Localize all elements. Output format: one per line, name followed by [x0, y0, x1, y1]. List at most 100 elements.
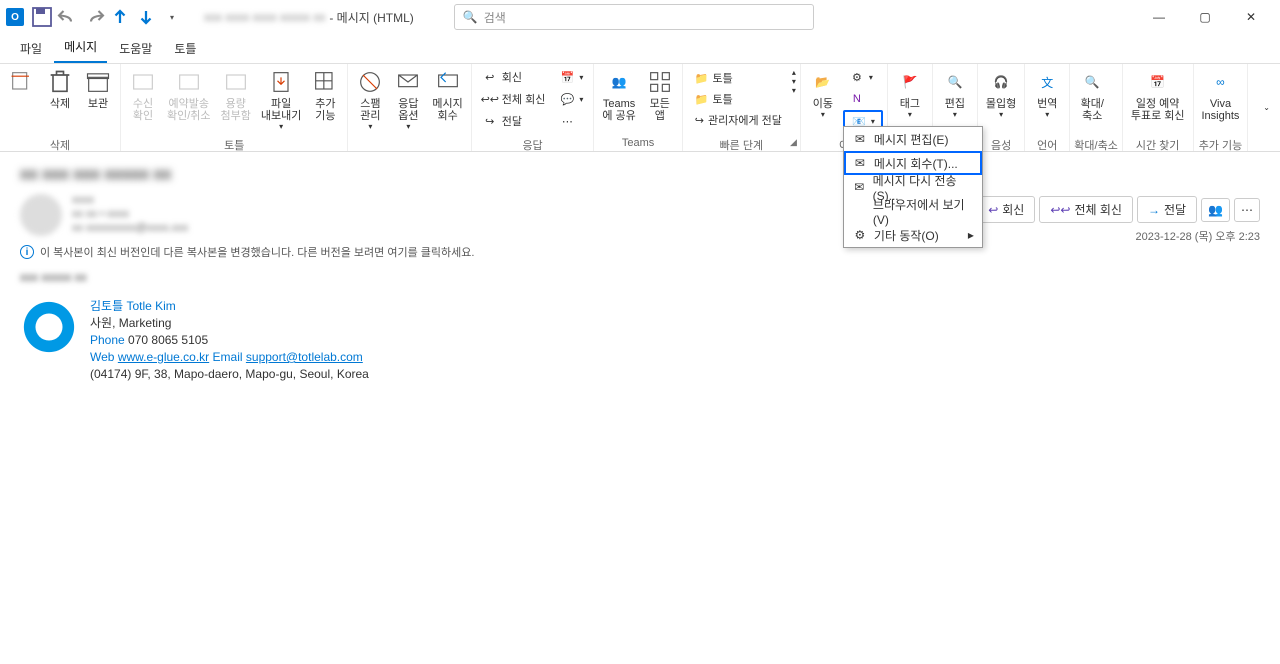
- sender-avatar: [20, 194, 62, 236]
- reply-all-button[interactable]: ↩↩전체 회신: [476, 88, 552, 110]
- ribbon-group-voice: 🎧몰입형▾ 음성: [978, 64, 1025, 151]
- ribbon-group-options: 스팸 관리▾ 응답 옵션▾ 메시지 회수: [348, 64, 471, 151]
- action-more-button[interactable]: ⋯: [1234, 198, 1260, 222]
- ribbon-group-quicksteps: 📁토틀 📁토틀 ↪관리자에게 전달 ▴ ▾ ▾ 빠른 단계 ◢: [683, 64, 801, 151]
- group-label-voice: 음성: [982, 137, 1020, 151]
- sender-name: xxxx: [72, 194, 188, 206]
- group-label-zoom: 확대/축소: [1074, 137, 1118, 151]
- menu-view-browser[interactable]: 브라우저에서 보기(V): [844, 199, 982, 223]
- signature-web-link[interactable]: www.e-glue.co.kr: [118, 350, 209, 364]
- zoom-button[interactable]: 🔍확대/ 축소: [1074, 66, 1110, 124]
- tab-totle[interactable]: 토틀: [164, 34, 206, 63]
- group-label-delete: 삭제: [4, 137, 116, 151]
- tab-file[interactable]: 파일: [10, 34, 52, 63]
- signature-web-label: Web: [90, 350, 114, 364]
- info-text: 이 복사본이 최신 버전인데 다른 복사본을 변경했습니다. 다른 버전을 보려…: [40, 244, 474, 260]
- quickstep-up-icon[interactable]: ▴: [792, 68, 796, 77]
- signature-name: 김토틀 Totle Kim: [90, 298, 369, 315]
- export-button[interactable]: 파일 내보내기▾: [257, 66, 305, 133]
- minimize-button[interactable]: ―: [1136, 0, 1182, 34]
- reply-button[interactable]: ↩회신: [476, 66, 552, 88]
- attach-button: 용량 첨부함: [217, 66, 255, 124]
- quickstep-1[interactable]: 📁토틀: [689, 68, 788, 88]
- undo-icon[interactable]: [56, 5, 80, 29]
- action-teams-button[interactable]: 👥: [1201, 198, 1230, 222]
- action-replyall-button[interactable]: ↩↩전체 회신: [1039, 196, 1133, 223]
- translate-button[interactable]: 文번역▾: [1029, 66, 1065, 121]
- ribbon-group-addins: ∞Viva Insights 추가 기능: [1194, 64, 1249, 151]
- group-label-language: 언어: [1029, 137, 1065, 151]
- ribbon-group-teams: 👥Teams 에 공유 모든 앱 Teams: [594, 64, 682, 151]
- sender-email: xx xxxxxxxxx@xxxx.xxx: [72, 222, 188, 234]
- quickstep-3[interactable]: ↪관리자에게 전달: [689, 110, 788, 130]
- edit-button[interactable]: 🔍편집▾: [937, 66, 973, 121]
- group-label-timefind: 시간 찾기: [1127, 137, 1189, 151]
- quickstep-2[interactable]: 📁토틀: [689, 89, 788, 109]
- group-label-totle: 토틀: [125, 137, 343, 151]
- move-button[interactable]: 📂이동▾: [805, 66, 841, 121]
- redo-icon[interactable]: [82, 5, 106, 29]
- action-forward-button[interactable]: →전달: [1137, 196, 1197, 223]
- archive-button[interactable]: 보관: [80, 66, 116, 112]
- ribbon-group-timefind: 📅일정 예약 투표로 회신 시간 찾기: [1123, 64, 1194, 151]
- info-bar[interactable]: i 이 복사본이 최신 버전인데 다른 복사본을 변경했습니다. 다른 버전을 …: [20, 244, 1260, 260]
- addins-button[interactable]: 추가 기능: [307, 66, 343, 124]
- search-input[interactable]: 🔍 검색: [454, 4, 814, 30]
- signature-phone-label: Phone: [90, 333, 125, 347]
- teams-share-button[interactable]: 👥Teams 에 공유: [598, 66, 639, 124]
- maximize-button[interactable]: ▢: [1182, 0, 1228, 34]
- signature-email-link[interactable]: support@totlelab.com: [246, 350, 363, 364]
- forward-button[interactable]: ↪전달: [476, 110, 552, 132]
- immersive-button[interactable]: 🎧몰입형▾: [982, 66, 1020, 121]
- sender-status: xx xx • xxxx: [72, 208, 188, 220]
- signature-email-label: Email: [213, 350, 243, 364]
- menu-edit-message[interactable]: ✉메시지 편집(E): [844, 127, 982, 151]
- window-title-suffix: - 메시지 (HTML): [329, 9, 413, 26]
- group-label-teams: Teams: [598, 137, 677, 151]
- viva-button[interactable]: ∞Viva Insights: [1198, 66, 1244, 124]
- rules-button[interactable]: ⚙▾: [843, 66, 883, 88]
- schedule-vote-button[interactable]: 📅일정 예약 투표로 회신: [1127, 66, 1189, 124]
- reply-options-button[interactable]: 응답 옵션▾: [390, 66, 426, 133]
- ribbon-group-totle: 수신 확인 예약발송 확인/취소 용량 첨부함 파일 내보내기▾ 추가 기능 토…: [121, 64, 348, 151]
- tab-help[interactable]: 도움말: [109, 34, 162, 63]
- ribbon-tabs: 파일 메시지 도움말 토틀: [0, 34, 1280, 64]
- message-actions: ↩회신 ↩↩전체 회신 →전달 👥 ⋯: [977, 196, 1260, 223]
- im-button[interactable]: 💬▾: [553, 88, 589, 110]
- tab-message[interactable]: 메시지: [54, 32, 107, 63]
- meeting-button[interactable]: 📅▾: [553, 66, 589, 88]
- all-apps-button[interactable]: 모든 앱: [642, 66, 678, 124]
- group-label-respond: 응답: [476, 137, 590, 151]
- ribbon-group-move: 📂이동▾ ⚙▾ N 📧▾ 이 ✉메시지 편집(E) ✉메시지 회수(T)... …: [801, 64, 888, 151]
- ribbon: 삭제 보관 삭제 수신 확인 예약발송 확인/취소 용량 첨부함 파일 내보내기…: [0, 64, 1280, 152]
- quickstep-down-icon[interactable]: ▾: [792, 77, 796, 86]
- close-button[interactable]: ✕: [1228, 0, 1274, 34]
- window-title-blurred: xxx xxxx xxxx xxxxx xx: [204, 10, 325, 24]
- qat-dropdown-icon[interactable]: ▾: [160, 5, 184, 29]
- quick-delete-button[interactable]: [4, 66, 40, 100]
- onenote-button[interactable]: N: [843, 88, 883, 110]
- group-label-options: [352, 137, 466, 151]
- window-controls: ― ▢ ✕: [1136, 0, 1274, 34]
- tags-button[interactable]: 🚩태그▾: [892, 66, 928, 121]
- signature-block: 김토틀 Totle Kim 사원, Marketing Phone 070 80…: [20, 298, 1260, 383]
- sender-info: xxxx xx xx • xxxx xx xxxxxxxxx@xxxx.xxx: [72, 194, 188, 234]
- quickstep-more-icon[interactable]: ▾: [792, 86, 796, 95]
- recall-button[interactable]: 메시지 회수: [428, 66, 466, 124]
- menu-other-actions[interactable]: ⚙기타 동작(O)▸: [844, 223, 982, 247]
- delete-button[interactable]: 삭제: [42, 66, 78, 112]
- action-reply-button[interactable]: ↩회신: [977, 196, 1035, 223]
- info-icon: i: [20, 245, 34, 259]
- more-respond-button[interactable]: ⋯: [553, 110, 589, 132]
- next-icon[interactable]: [134, 5, 158, 29]
- ribbon-group-zoom: 🔍확대/ 축소 확대/축소: [1070, 64, 1123, 151]
- dialog-launcher-icon[interactable]: ◢: [790, 137, 797, 148]
- title-bar: O ▾ xxx xxxx xxxx xxxxx xx - 메시지 (HTML) …: [0, 0, 1280, 34]
- receipt-button: 수신 확인: [125, 66, 161, 124]
- ribbon-collapse-icon[interactable]: ⌄: [1263, 103, 1270, 112]
- signature-text: 김토틀 Totle Kim 사원, Marketing Phone 070 80…: [90, 298, 369, 383]
- search-placeholder: 검색: [484, 9, 506, 26]
- save-icon[interactable]: [30, 5, 54, 29]
- spam-button[interactable]: 스팸 관리▾: [352, 66, 388, 133]
- prev-icon[interactable]: [108, 5, 132, 29]
